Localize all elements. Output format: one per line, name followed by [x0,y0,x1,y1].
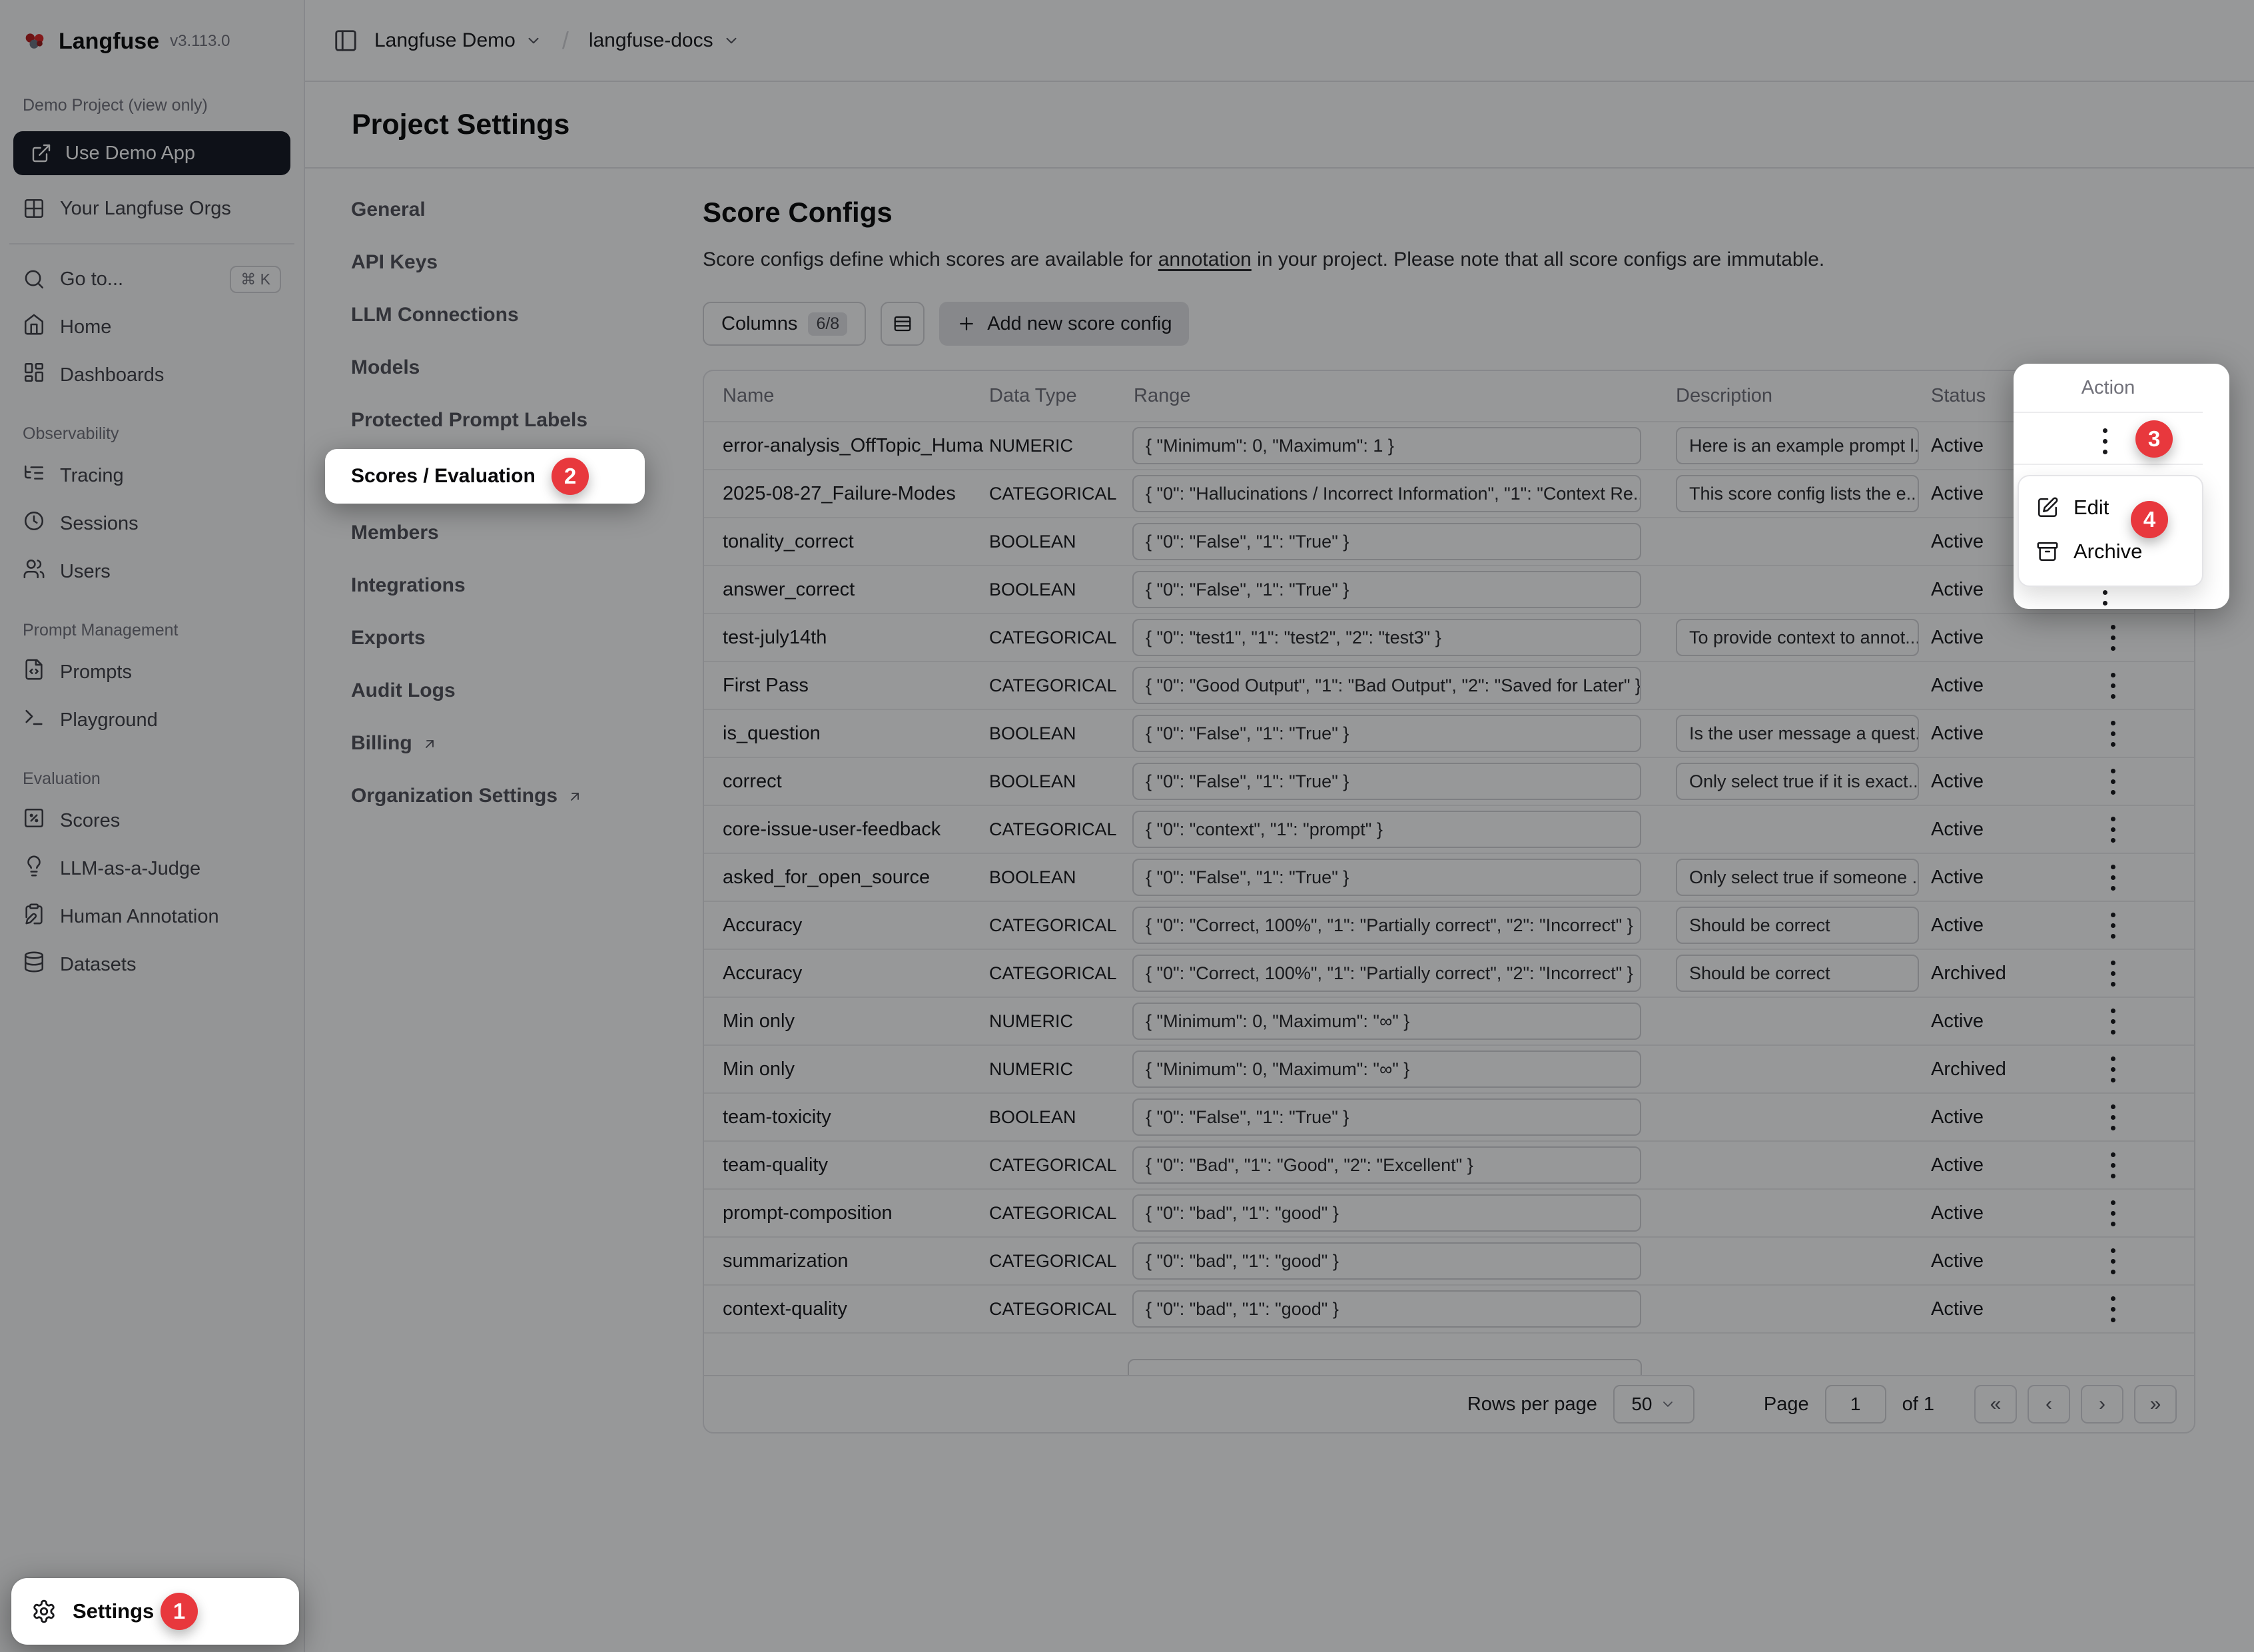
action-column-spotlight: Action 3 Edit Archive 4 [2014,364,2229,609]
gear-icon [31,1599,57,1624]
menu-item-archive[interactable]: Archive [2019,530,2202,574]
action-column-header: Action [2014,364,2203,413]
settings-tab-label: Scores / Evaluation [351,465,536,488]
archive-label: Archive [2073,540,2142,564]
tour-dim-overlay [0,0,2254,1652]
kebab-menu-icon[interactable] [2096,422,2114,461]
settings-tab-scores-evaluation[interactable]: Scores / Evaluation 2 [325,449,645,504]
archive-icon [2036,540,2059,563]
edit-label: Edit [2073,496,2109,520]
edit-icon [2036,496,2059,519]
app-window: Langfuse v3.113.0 Demo Project (view onl… [0,0,2254,1652]
kebab-menu-icon[interactable] [2096,584,2114,609]
tour-badge-2: 2 [552,458,589,495]
tour-badge-3: 3 [2135,420,2173,458]
tour-badge-4: 4 [2131,501,2168,538]
action-row-highlight: 3 [2014,413,2203,465]
settings-label: Settings [73,1599,154,1623]
tour-badge-1: 1 [161,1593,198,1630]
action-dropdown-menu: Edit Archive 4 [2018,475,2203,587]
menu-item-edit[interactable]: Edit [2019,486,2202,530]
sidebar-item-settings[interactable]: Settings 1 [11,1578,299,1645]
